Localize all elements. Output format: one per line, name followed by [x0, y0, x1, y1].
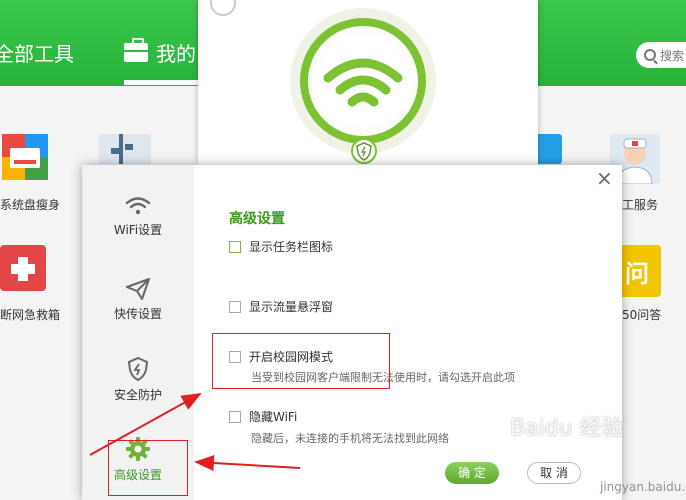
watermark-url: jingyan.baidu.com [600, 480, 686, 494]
watermark-logo: Baidu 经验 [510, 416, 624, 441]
